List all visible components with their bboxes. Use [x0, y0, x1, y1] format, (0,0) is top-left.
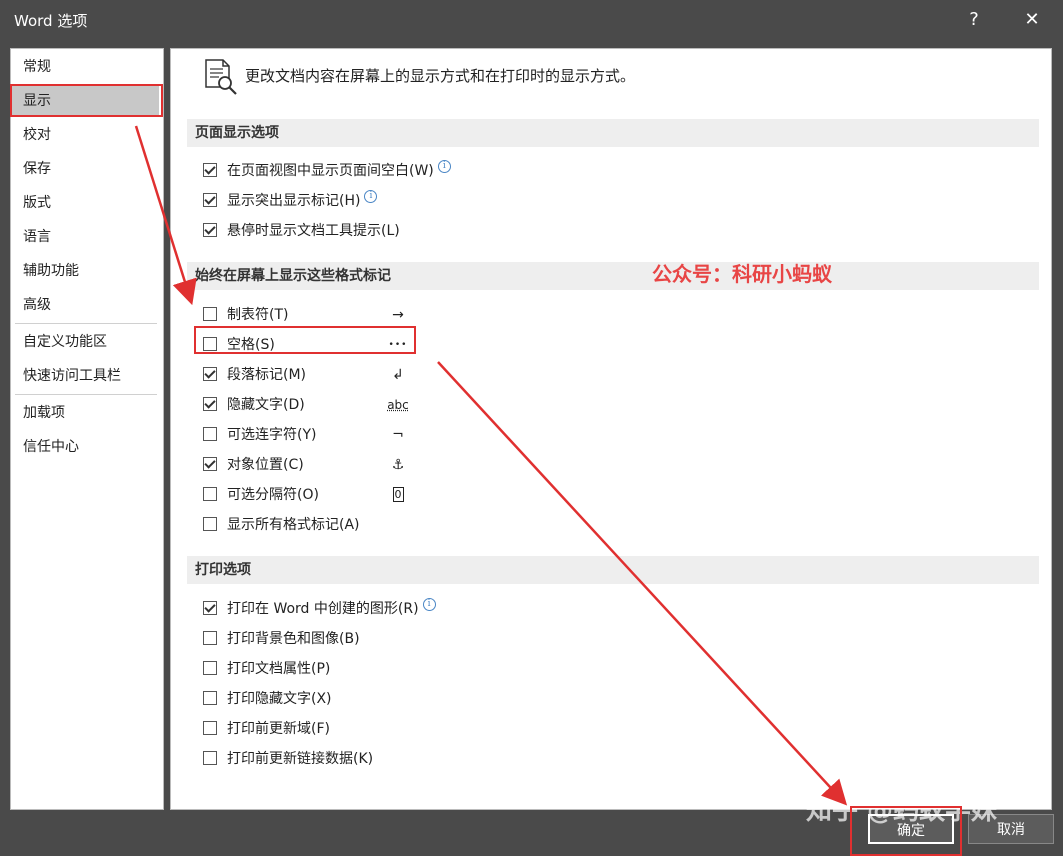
checkbox-show-tooltips[interactable] — [203, 223, 217, 237]
option-label: 悬停时显示文档工具提示(L) — [227, 223, 400, 239]
document-search-icon — [205, 59, 237, 95]
sidebar-divider — [15, 323, 157, 324]
sidebar-item-trust-center[interactable]: 信任中心 — [11, 432, 159, 462]
option-label: 对象位置(C) — [227, 457, 304, 473]
sidebar-item-language[interactable]: 语言 — [11, 222, 159, 252]
checkbox-hidden-text[interactable] — [203, 397, 217, 411]
checkbox-object-anchors[interactable] — [203, 457, 217, 471]
tab-arrow-icon: → — [392, 307, 404, 323]
checkbox-print-properties[interactable] — [203, 661, 217, 675]
window-title: Word 选项 — [14, 12, 88, 30]
help-button[interactable]: ? — [962, 8, 986, 32]
sidebar-divider — [15, 394, 157, 395]
option-label: 打印在 Word 中创建的图形(R) — [227, 601, 419, 617]
title-bar: Word 选项 ? ✕ — [0, 0, 1063, 40]
checkbox-show-all-marks[interactable] — [203, 517, 217, 531]
info-icon[interactable]: i — [437, 160, 451, 173]
info-icon[interactable]: i — [422, 598, 436, 611]
checkbox-tab-characters[interactable] — [203, 307, 217, 321]
checkbox-show-whitespace[interactable] — [203, 163, 217, 177]
sidebar-item-save[interactable]: 保存 — [11, 154, 159, 184]
cancel-button[interactable]: 取消 — [968, 814, 1054, 844]
option-label: 可选分隔符(O) — [227, 487, 319, 503]
paragraph-mark-icon: ↲ — [392, 367, 404, 383]
sidebar-item-layout[interactable]: 版式 — [11, 188, 159, 218]
option-label: 显示所有格式标记(A) — [227, 517, 360, 533]
header-description: 更改文档内容在屏幕上的显示方式和在打印时的显示方式。 — [245, 67, 636, 85]
option-label: 可选连字符(Y) — [227, 427, 317, 443]
option-label: 打印前更新链接数据(K) — [227, 751, 374, 767]
optional-break-icon: 0 — [392, 487, 404, 502]
annotation-text: 公众号：科研小蚂蚁 — [652, 262, 832, 286]
checkbox-update-fields[interactable] — [203, 721, 217, 735]
hyphen-icon: ¬ — [392, 427, 404, 443]
option-label: 显示突出显示标记(H) — [227, 193, 361, 209]
content-panel: 更改文档内容在屏幕上的显示方式和在打印时的显示方式。 页面显示选项 在页面视图中… — [170, 48, 1052, 810]
option-label: 制表符(T) — [227, 307, 289, 323]
section-print-options: 打印选项 — [187, 556, 1039, 584]
checkbox-paragraph-marks[interactable] — [203, 367, 217, 381]
checkbox-show-highlighter[interactable] — [203, 193, 217, 207]
option-label: 打印前更新域(F) — [227, 721, 330, 737]
option-label: 打印背景色和图像(B) — [227, 631, 360, 647]
ok-button[interactable]: 确定 — [868, 814, 954, 844]
section-format-marks: 始终在屏幕上显示这些格式标记 — [187, 262, 1039, 290]
close-button[interactable]: ✕ — [1020, 8, 1044, 32]
option-label: 在页面视图中显示页面间空白(W) — [227, 163, 434, 179]
checkbox-optional-hyphens[interactable] — [203, 427, 217, 441]
anchor-icon: ⚓ — [391, 457, 405, 473]
checkbox-spaces[interactable] — [203, 337, 217, 351]
sidebar-item-addins[interactable]: 加载项 — [11, 398, 159, 428]
option-label: 打印隐藏文字(X) — [227, 691, 332, 707]
checkbox-optional-breaks[interactable] — [203, 487, 217, 501]
sidebar-item-quick-access-toolbar[interactable]: 快速访问工具栏 — [11, 361, 159, 391]
checkbox-print-background[interactable] — [203, 631, 217, 645]
sidebar-item-display[interactable]: 显示 — [11, 86, 159, 116]
option-label: 段落标记(M) — [227, 367, 307, 383]
option-label: 隐藏文字(D) — [227, 397, 305, 413]
checkbox-print-hidden-text[interactable] — [203, 691, 217, 705]
option-label: 打印文档属性(P) — [227, 661, 331, 677]
option-label: 空格(S) — [227, 337, 275, 353]
info-icon[interactable]: i — [364, 190, 378, 203]
sidebar-item-customize-ribbon[interactable]: 自定义功能区 — [11, 327, 159, 357]
sidebar-item-advanced[interactable]: 高级 — [11, 290, 159, 320]
hidden-text-icon: abc — [387, 398, 409, 412]
section-page-display: 页面显示选项 — [187, 119, 1039, 147]
checkbox-print-drawings[interactable] — [203, 601, 217, 615]
sidebar-item-proofing[interactable]: 校对 — [11, 120, 159, 150]
sidebar: 常规 显示 校对 保存 版式 语言 辅助功能 高级 自定义功能区 快速访问工具栏… — [10, 48, 164, 810]
checkbox-update-linked-data[interactable] — [203, 751, 217, 765]
sidebar-item-accessibility[interactable]: 辅助功能 — [11, 256, 159, 286]
space-dots-icon: ••• — [388, 340, 408, 350]
sidebar-item-general[interactable]: 常规 — [11, 52, 159, 82]
